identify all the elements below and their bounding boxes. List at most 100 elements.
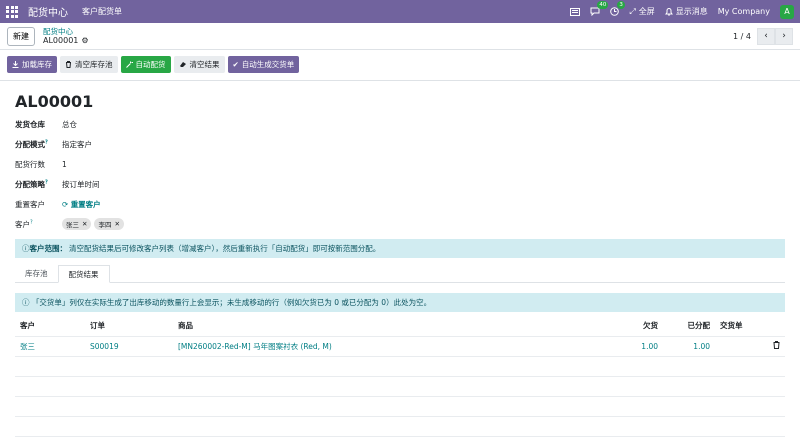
cell-customer[interactable]: 张三 <box>15 335 85 356</box>
auto-generate-delivery-button[interactable]: ✔ 自动生成交货单 <box>227 56 300 73</box>
col-product[interactable]: 商品 <box>173 316 613 336</box>
fullscreen-button[interactable]: ⤢ 全屏 <box>629 6 654 17</box>
customer-tag[interactable]: 李四 ✕ <box>94 218 124 230</box>
empty-row <box>15 375 785 396</box>
breadcrumb: 配货中心 AL00001 ⚙ <box>43 27 89 45</box>
col-allocated[interactable]: 已分配 <box>663 316 715 336</box>
warehouse-label: 发货仓库 <box>15 119 45 129</box>
empty-row <box>15 415 785 437</box>
control-panel: 新建 配货中心 AL00001 ⚙ 1 / 4 ‹ › <box>0 23 800 50</box>
field-warehouse: 发货仓库 总仓 <box>15 114 785 134</box>
download-icon <box>12 61 19 68</box>
form-sheet: AL00001 发货仓库 总仓 分配模式? 指定客户 配货行数 1 分配策略? … <box>0 92 800 437</box>
cell-delivery[interactable] <box>715 335 765 356</box>
field-customers: 客户? 张三 ✕ 李四 ✕ <box>15 214 785 234</box>
empty-row <box>15 355 785 376</box>
warehouse-value[interactable]: 总仓 <box>62 119 77 130</box>
lines-label: 配货行数 <box>15 159 45 169</box>
customer-scope-alert: ⓘ 客户范围： 清空配货结果后可修改客户列表（增减客户），然后重新执行「自动配货… <box>15 239 785 258</box>
reset-label: 重置客户 <box>15 199 45 209</box>
trash-icon <box>773 341 780 349</box>
divider <box>0 80 800 81</box>
reset-customers-label: 重置客户 <box>70 199 101 209</box>
delivery-info-alert: ⓘ 「交货单」列仅在实际生成了出库移动的数量行上会显示；未生成移动的行（例如欠货… <box>15 293 785 312</box>
clear-pool-button[interactable]: 清空库存池 <box>60 56 118 73</box>
empty-row <box>15 395 785 416</box>
mode-label: 分配模式 <box>15 139 45 149</box>
magic-icon <box>125 61 133 68</box>
activity-badge: 3 <box>617 1 625 9</box>
delete-row-button[interactable] <box>765 335 785 356</box>
activity-button[interactable]: 3 <box>610 1 625 16</box>
field-mode: 分配模式? 指定客户 <box>15 134 785 154</box>
auto-allocate-button[interactable]: 自动配货 <box>120 56 171 73</box>
breadcrumb-current: AL00001 <box>43 36 79 45</box>
trash-icon <box>66 61 71 68</box>
cell-order[interactable]: S00019 <box>85 335 173 356</box>
check-icon: ✔ <box>232 60 239 69</box>
info-icon: ⓘ <box>22 298 32 307</box>
top-navbar: 配货中心 客户配货单 40 3 ⤢ 全屏 显示消息 My Company A <box>0 0 800 23</box>
load-stock-button[interactable]: 加载库存 <box>7 56 57 73</box>
messages-button[interactable]: 40 <box>590 1 609 16</box>
col-customer[interactable]: 客户 <box>15 316 85 336</box>
help-icon[interactable]: ? <box>30 219 33 225</box>
apps-menu-icon[interactable] <box>6 5 20 19</box>
app-title[interactable]: 配货中心 <box>28 4 68 19</box>
menu-customer-allocation[interactable]: 客户配货单 <box>82 6 122 17</box>
messages-badge: 40 <box>597 1 609 9</box>
col-order[interactable]: 订单 <box>85 316 173 336</box>
remove-tag-icon[interactable]: ✕ <box>114 220 119 228</box>
pager-prev-button[interactable]: ‹ <box>757 27 775 45</box>
pager-next-button[interactable]: › <box>775 27 793 45</box>
user-avatar[interactable]: A <box>780 4 794 19</box>
col-owed[interactable]: 欠货 <box>613 316 663 336</box>
bell-icon <box>664 8 673 16</box>
remove-tag-icon[interactable]: ✕ <box>82 220 87 228</box>
pager-value[interactable]: 1 / 4 <box>733 32 751 41</box>
alert-text: 清空配货结果后可修改客户列表（增减客户），然后重新执行「自动配货」即可按新范围分… <box>69 244 381 253</box>
eraser-icon <box>179 62 186 67</box>
customer-tag[interactable]: 张三 ✕ <box>62 218 92 230</box>
notify-label: 显示消息 <box>675 7 708 16</box>
allocation-table: 客户 订单 商品 欠货 已分配 交货单 张三 S00019 [MN260002-… <box>15 316 785 437</box>
col-actions <box>765 316 785 336</box>
company-switcher[interactable]: My Company <box>718 7 770 16</box>
refresh-icon: ⟳ <box>62 199 69 209</box>
field-strategy: 分配策略? 按订单时间 <box>15 174 785 194</box>
debug-icon[interactable] <box>570 7 581 16</box>
record-title: AL00001 <box>15 92 94 111</box>
new-button[interactable]: 新建 <box>7 26 35 46</box>
tab-stock-pool[interactable]: 库存池 <box>15 265 58 282</box>
gear-icon[interactable]: ⚙ <box>81 36 88 45</box>
auto-allocate-label: 自动配货 <box>135 60 166 69</box>
lines-value: 1 <box>62 159 67 169</box>
tab-allocation-result[interactable]: 配货结果 <box>57 265 110 283</box>
notebook-tabs: 库存池 配货结果 <box>15 265 785 283</box>
notify-button[interactable]: 显示消息 <box>664 6 708 17</box>
info-icon: ⓘ <box>22 244 30 253</box>
reset-customers-button[interactable]: ⟳ 重置客户 <box>62 199 101 210</box>
clear-result-button[interactable]: 清空结果 <box>173 56 225 73</box>
table-row[interactable]: 张三 S00019 [MN260002-Red-M] 马年图案衬衣 (Red, … <box>15 335 785 356</box>
load-stock-label: 加载库存 <box>22 60 52 69</box>
chevron-right-icon: › <box>782 31 786 41</box>
alert-title: 客户范围： <box>29 244 68 253</box>
cell-owed[interactable]: 1.00 <box>613 335 663 356</box>
col-delivery[interactable]: 交货单 <box>715 316 765 336</box>
customer-tags[interactable]: 张三 ✕ 李四 ✕ <box>62 218 124 230</box>
help-icon[interactable]: ? <box>45 179 48 185</box>
strategy-value[interactable]: 按订单时间 <box>62 179 100 190</box>
tag-label: 李四 <box>98 221 112 229</box>
expand-icon: ⤢ <box>629 6 636 16</box>
cell-product[interactable]: [MN260002-Red-M] 马年图案衬衣 (Red, M) <box>173 335 613 356</box>
help-icon[interactable]: ? <box>45 139 48 145</box>
cell-allocated[interactable]: 1.00 <box>663 335 715 356</box>
chevron-left-icon: ‹ <box>764 31 768 41</box>
field-reset: 重置客户 ⟳ 重置客户 <box>15 194 785 214</box>
field-lines: 配货行数 1 <box>15 154 785 174</box>
alert2-text: 「交货单」列仅在实际生成了出库移动的数量行上会显示；未生成移动的行（例如欠货已为… <box>31 298 432 307</box>
mode-value[interactable]: 指定客户 <box>62 139 92 150</box>
auto-generate-label: 自动生成交货单 <box>241 60 295 69</box>
breadcrumb-parent[interactable]: 配货中心 <box>43 27 89 36</box>
